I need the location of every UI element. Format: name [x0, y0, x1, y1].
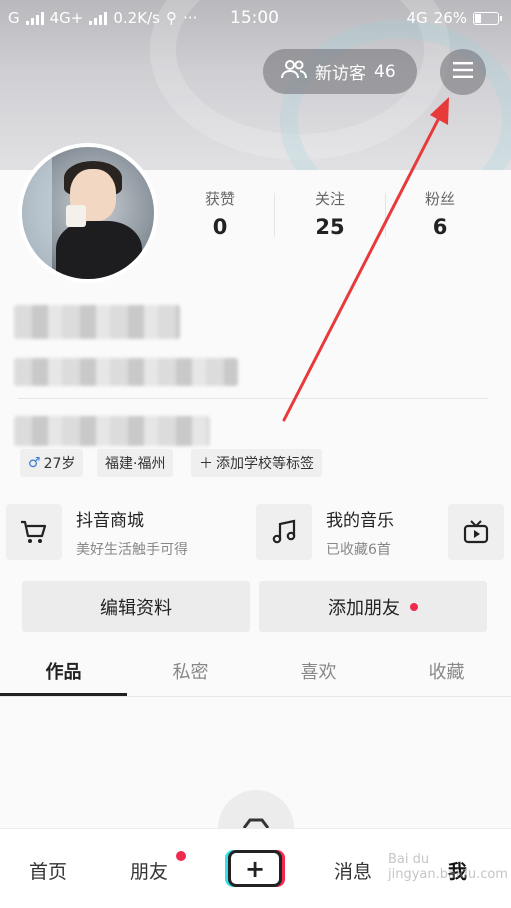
stat-following-value: 25: [315, 215, 345, 239]
divider: [18, 398, 488, 399]
more-dots: ···: [182, 9, 198, 27]
stat-followers[interactable]: 粉丝 6: [400, 188, 480, 239]
blurred-username: [14, 305, 180, 339]
usb-icon: ⚲: [165, 9, 177, 27]
stat-followers-label: 粉丝: [424, 190, 455, 208]
blurred-id: [14, 358, 238, 386]
stat-following[interactable]: 关注 25: [290, 188, 370, 239]
create-post-button[interactable]: +: [228, 850, 282, 887]
visitor-label: 新访客: [315, 64, 366, 84]
tag-add-school[interactable]: ＋ 添加学校等标签: [191, 449, 322, 477]
mall-subtitle: 美好生活触手可得: [76, 541, 188, 558]
carrier-text: G: [8, 9, 20, 27]
tag-age[interactable]: ♂ 27岁: [20, 449, 84, 477]
battery-percent: 26%: [433, 9, 467, 27]
tag-location[interactable]: 福建·福州: [97, 449, 174, 477]
tab-private[interactable]: 私密: [127, 658, 254, 684]
add-friend-label: 添加朋友: [328, 597, 400, 619]
hamburger-icon: [453, 62, 473, 82]
stat-likes-label: 获赞: [204, 190, 235, 208]
visitor-count: 46: [374, 61, 396, 82]
music-subtitle: 已收藏6首: [326, 541, 391, 558]
avatar[interactable]: [18, 143, 158, 283]
stat-following-label: 关注: [314, 190, 345, 208]
douyin-mall-card[interactable]: 抖音商城 美好生活触手可得: [6, 504, 188, 560]
tag-add-school-text: 添加学校等标签: [216, 456, 314, 472]
add-friend-button[interactable]: 添加朋友: [259, 581, 487, 632]
edit-profile-button[interactable]: 编辑资料: [22, 581, 250, 632]
nav-messages[interactable]: 消息: [334, 857, 372, 884]
tag-age-text: 27岁: [43, 456, 76, 472]
blurred-bio: [14, 416, 210, 446]
mall-title: 抖音商城: [76, 510, 144, 531]
cart-icon: [6, 504, 62, 560]
new-visitors-button[interactable]: 新访客 46: [263, 49, 417, 94]
battery-icon: [473, 11, 502, 25]
my-music-card[interactable]: 我的音乐 已收藏6首: [256, 504, 394, 560]
nav-friends[interactable]: 朋友: [130, 857, 168, 884]
tab-likes[interactable]: 喜欢: [255, 658, 382, 684]
tab-favorites[interactable]: 收藏: [383, 658, 510, 684]
tag-location-text: 福建·福州: [105, 456, 166, 472]
stat-likes[interactable]: 获赞 0: [180, 188, 260, 239]
stat-likes-value: 0: [212, 215, 228, 239]
male-icon: ♂: [28, 455, 41, 471]
menu-button[interactable]: [440, 49, 486, 95]
music-title: 我的音乐: [326, 510, 394, 531]
friends-notification-dot: [176, 851, 186, 861]
people-icon: [281, 59, 307, 84]
network-speed: 0.2K/s: [113, 9, 160, 27]
edit-profile-label: 编辑资料: [100, 597, 172, 619]
divider: [385, 193, 386, 237]
clock: 15:00: [230, 8, 279, 28]
nav-home[interactable]: 首页: [29, 857, 67, 884]
signal-icon: [25, 11, 44, 25]
notification-dot: [410, 602, 418, 611]
active-tab-indicator: [0, 693, 127, 696]
status-bar: G 4G+ 0.2K/s ⚲ ··· 15:00 4G 26%: [0, 0, 511, 36]
tv-card[interactable]: [448, 504, 504, 560]
stat-followers-value: 6: [432, 215, 448, 239]
plus-icon: +: [244, 854, 266, 883]
watermark: Bai du jingyan.baidu.com: [388, 852, 508, 882]
content-tabs: 作品 私密 喜欢 收藏: [0, 650, 511, 697]
tv-icon: [448, 504, 504, 560]
network-type-right: 4G: [406, 9, 428, 27]
music-note-icon: [256, 504, 312, 560]
tab-works[interactable]: 作品: [0, 658, 127, 684]
divider: [274, 193, 275, 237]
network-type: 4G+: [49, 9, 84, 27]
plus-icon: ＋: [199, 456, 213, 472]
signal-icon-2: [89, 11, 108, 25]
